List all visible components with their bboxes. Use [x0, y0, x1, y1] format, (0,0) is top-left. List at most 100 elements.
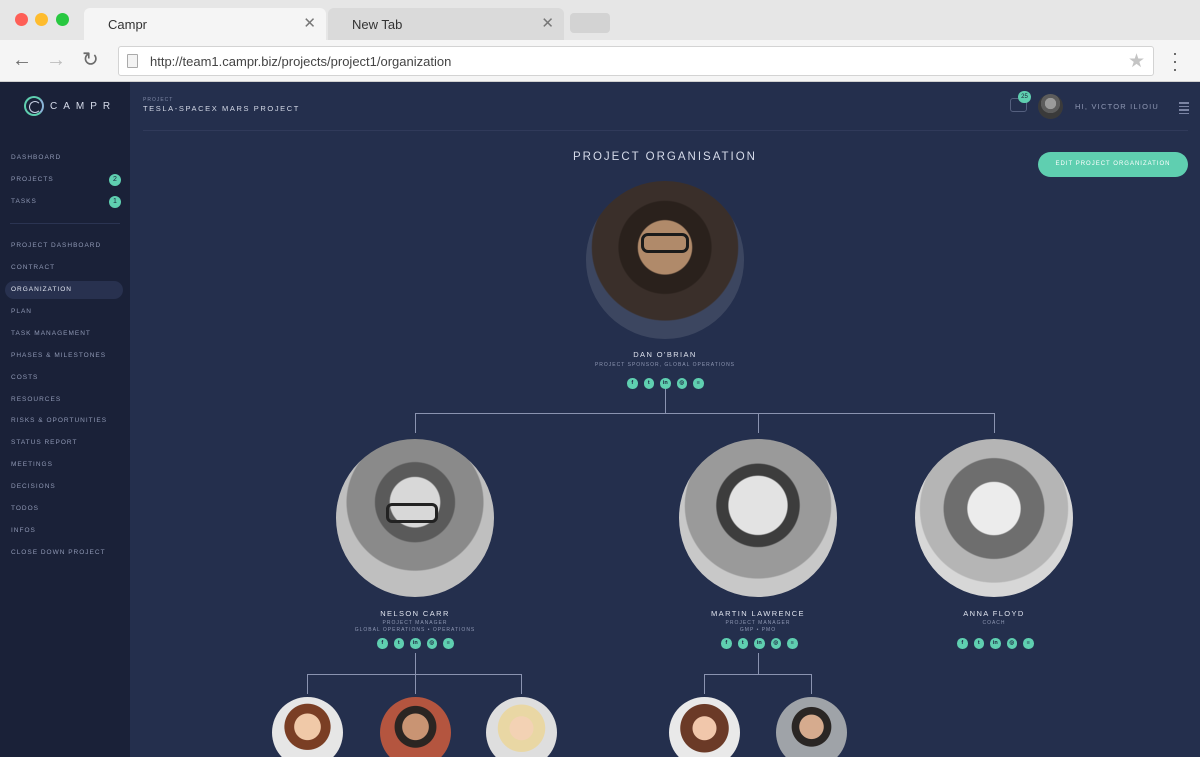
sidebar-item-label: PHASES & MILESTONES	[11, 351, 107, 359]
sidebar-item-todos[interactable]: TODOS	[5, 500, 123, 518]
sidebar-item-label: ORGANIZATION	[11, 285, 72, 293]
linkedin-icon[interactable]: in	[990, 638, 1001, 649]
instagram-icon[interactable]: ◎	[1006, 638, 1017, 649]
user-avatar[interactable]	[1038, 94, 1063, 119]
twitter-icon[interactable]: t	[737, 638, 748, 649]
sidebar-item-resources[interactable]: RESOURCES	[5, 391, 123, 409]
bookmark-star-icon[interactable]: ★	[1128, 50, 1145, 73]
twitter-icon[interactable]: t	[973, 638, 984, 649]
sidebar-item-close-down-project[interactable]: CLOSE DOWN PROJECT	[5, 544, 123, 562]
social-links: f t in ◎ ≡	[721, 638, 798, 649]
social-links: f t in ◎ ≡	[627, 378, 704, 389]
hamburger-menu-icon[interactable]	[1179, 102, 1189, 116]
sidebar-item-label: STATUS REPORT	[11, 439, 78, 447]
team-member-photo[interactable]	[669, 697, 740, 757]
edit-project-organization-button[interactable]: EDIT PROJECT ORGANIZATION	[1038, 152, 1188, 177]
person-photo[interactable]	[336, 439, 494, 597]
sidebar-item-tasks[interactable]: TASKS 1	[5, 193, 123, 211]
url-text[interactable]: http://team1.campr.biz/projects/project1…	[150, 54, 451, 69]
person-photo[interactable]	[679, 439, 837, 597]
sidebar-item-plan[interactable]: PLAN	[5, 303, 123, 321]
twitter-icon[interactable]: t	[393, 638, 404, 649]
forward-arrow-icon[interactable]: →	[46, 49, 66, 71]
instagram-icon[interactable]: ◎	[426, 638, 437, 649]
person-name[interactable]: NELSON CARR	[305, 609, 525, 618]
person-name[interactable]: MARTIN LAWRENCE	[648, 609, 868, 618]
sidebar-item-label: DECISIONS	[11, 483, 56, 491]
connector-line	[415, 653, 416, 674]
sidebar-item-meetings[interactable]: MEETINGS	[5, 456, 123, 474]
sidebar-item-phases-milestones[interactable]: PHASES & MILESTONES	[5, 347, 123, 365]
team-member-photo[interactable]	[272, 697, 343, 757]
browser-tab-strip: Campr ✕ New Tab ✕	[0, 0, 1200, 40]
sidebar-item-infos[interactable]: INFOS	[5, 522, 123, 540]
facebook-icon[interactable]: f	[627, 378, 638, 389]
back-arrow-icon[interactable]: ←	[12, 49, 32, 71]
person-photo[interactable]	[915, 439, 1073, 597]
sidebar-item-label: CONTRACT	[11, 263, 56, 271]
address-bar[interactable]: http://team1.campr.biz/projects/project1…	[118, 46, 1154, 76]
instagram-icon[interactable]: ◎	[770, 638, 781, 649]
sidebar-item-label: CLOSE DOWN PROJECT	[11, 549, 106, 557]
tab-title: Campr	[108, 17, 148, 32]
sidebar-item-risks-oportunities[interactable]: RISKS & OPORTUNITIES	[5, 412, 123, 430]
team-member-photo[interactable]	[776, 697, 847, 757]
sidebar-item-task-management[interactable]: TASK MANAGEMENT	[5, 325, 123, 343]
sidebar-item-status-report[interactable]: STATUS REPORT	[5, 434, 123, 452]
page-icon	[127, 54, 138, 68]
sidebar-item-label: COSTS	[11, 373, 39, 381]
browser-menu-icon[interactable]: · · ·	[1170, 44, 1180, 78]
sidebar-item-projects[interactable]: PROJECTS 2	[5, 171, 123, 189]
email-icon[interactable]: ≡	[1023, 638, 1034, 649]
maximize-window-button[interactable]	[56, 13, 69, 26]
page-title: PROJECT ORGANISATION	[573, 151, 757, 163]
minimize-window-button[interactable]	[35, 13, 48, 26]
person-photo[interactable]	[586, 181, 744, 339]
linkedin-icon[interactable]: in	[410, 638, 421, 649]
sidebar-item-contract[interactable]: CONTRACT	[5, 259, 123, 277]
connector-line	[758, 653, 759, 674]
twitter-icon[interactable]: t	[643, 378, 654, 389]
connector-line	[307, 674, 308, 694]
sidebar: CAMPR DASHBOARD PROJECTS 2 TASKS 1 PROJECT D…	[0, 82, 130, 757]
email-icon[interactable]: ≡	[443, 638, 454, 649]
reload-icon[interactable]: ↻	[82, 49, 99, 71]
sidebar-item-label: PROJECTS	[11, 176, 54, 183]
campr-logo[interactable]: CAMPR	[24, 96, 116, 116]
browser-tab-campr[interactable]: Campr ✕	[84, 8, 326, 40]
connector-line	[521, 674, 522, 694]
facebook-icon[interactable]: f	[957, 638, 968, 649]
email-icon[interactable]: ≡	[693, 378, 704, 389]
close-tab-icon[interactable]: ✕	[303, 14, 316, 32]
user-greeting[interactable]: HI, VICTOR ILIOIU	[1075, 102, 1159, 111]
sidebar-item-project-dashboard[interactable]: PROJECT DASHBOARD	[5, 237, 123, 255]
new-tab-button[interactable]	[570, 13, 610, 33]
linkedin-icon[interactable]: in	[754, 638, 765, 649]
instagram-icon[interactable]: ◎	[676, 378, 687, 389]
team-member-photo[interactable]	[486, 697, 557, 757]
linkedin-icon[interactable]: in	[660, 378, 671, 389]
sidebar-item-label: INFOS	[11, 527, 36, 535]
count-badge: 1	[109, 196, 121, 208]
close-tab-icon[interactable]: ✕	[541, 14, 554, 32]
connector-line	[415, 413, 994, 414]
person-role: PROJECT MANAGER	[382, 620, 448, 626]
glasses-shape	[641, 233, 689, 253]
facebook-icon[interactable]: f	[721, 638, 732, 649]
sidebar-item-label: RISKS & OPORTUNITIES	[11, 417, 108, 425]
header-divider	[143, 130, 1188, 131]
person-name[interactable]: ANNA FLOYD	[884, 609, 1104, 618]
sidebar-item-costs[interactable]: COSTS	[5, 369, 123, 387]
person-name[interactable]: DAN O'BRIAN	[555, 350, 775, 359]
close-window-button[interactable]	[15, 13, 28, 26]
sidebar-item-decisions[interactable]: DECISIONS	[5, 478, 123, 496]
person-role: PROJECT MANAGER	[725, 620, 791, 626]
email-icon[interactable]: ≡	[787, 638, 798, 649]
team-member-photo[interactable]	[380, 697, 451, 757]
social-links: f t in ◎ ≡	[377, 638, 454, 649]
facebook-icon[interactable]: f	[377, 638, 388, 649]
sidebar-item-label: PROJECT DASHBOARD	[11, 242, 102, 249]
sidebar-item-label: TASK MANAGEMENT	[11, 329, 91, 337]
sidebar-item-organization[interactable]: ORGANIZATION	[5, 280, 123, 299]
browser-tab-new-tab[interactable]: New Tab ✕	[328, 8, 564, 40]
